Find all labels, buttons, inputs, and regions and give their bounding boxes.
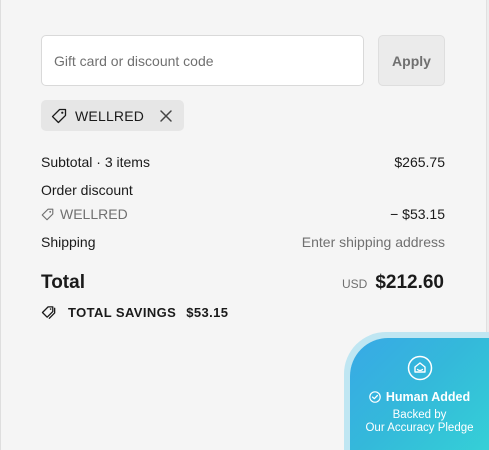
badge-subtitle-line-1: Backed by: [392, 409, 447, 421]
shipping-label: Shipping: [41, 234, 96, 250]
shipping-value: Enter shipping address: [301, 234, 445, 250]
badge-title: Human Added: [385, 390, 471, 404]
discount-code-line: WELLRED: [41, 206, 128, 222]
total-value: USD $212.60: [342, 272, 444, 294]
discount-value: − $53.15: [390, 206, 445, 222]
discount-form: Apply: [41, 35, 445, 86]
tag-icon: [41, 208, 54, 221]
total-label: Total: [41, 272, 85, 293]
order-discount-label: Order discount: [41, 182, 133, 198]
shipping-row: Shipping Enter shipping address: [41, 234, 445, 250]
total-savings-label: TOTAL SAVINGS: [68, 305, 177, 320]
subtotal-row: Subtotal · 3 items $265.75: [41, 154, 445, 170]
total-savings-amount: $53.15: [186, 305, 229, 320]
badge-subtitle-line-2: Our Accuracy Pledge: [365, 422, 474, 434]
tags-icon: [41, 305, 58, 320]
total-savings: TOTAL SAVINGS $53.15: [41, 305, 228, 320]
accuracy-pledge-badge[interactable]: Human Added Backed by Our Accuracy Pledg…: [350, 338, 489, 450]
badge-subtitle: Backed by Our Accuracy Pledge: [350, 409, 489, 435]
apply-discount-button[interactable]: Apply: [378, 35, 445, 86]
tag-icon: [51, 108, 67, 124]
total-amount: $212.60: [375, 272, 444, 293]
house-shield-icon: [407, 355, 433, 381]
discount-code-row: WELLRED − $53.15: [41, 206, 445, 222]
badge-title-row: Human Added: [350, 390, 489, 404]
applied-discount-chip: WELLRED: [41, 100, 185, 131]
close-icon[interactable]: [158, 108, 174, 124]
discount-code-input[interactable]: [41, 35, 364, 86]
applied-discount-code: WELLRED: [75, 107, 145, 124]
order-discount-row: Order discount: [41, 182, 445, 198]
subtotal-label: Subtotal · 3 items: [41, 154, 150, 170]
subtotal-value: $265.75: [394, 154, 445, 170]
check-circle-icon: [369, 391, 381, 403]
total-currency: USD: [341, 277, 368, 291]
discount-code-name: WELLRED: [60, 206, 128, 222]
